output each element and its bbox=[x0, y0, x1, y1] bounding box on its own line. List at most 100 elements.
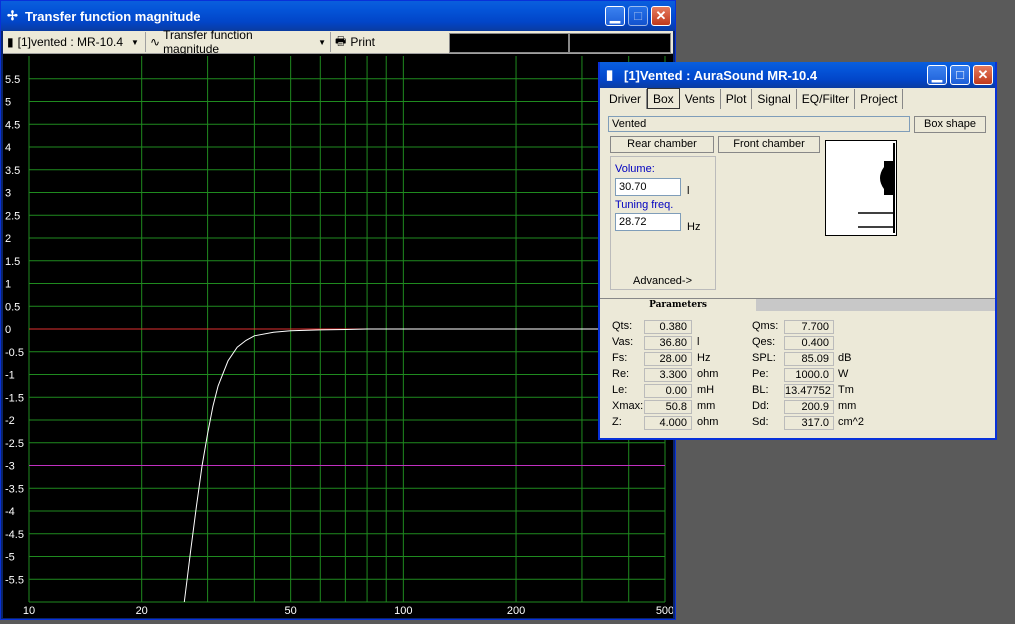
tab-plot[interactable]: Plot bbox=[721, 89, 753, 109]
main-toolbar: ▮ [1]vented : MR-10.4 ▼ ∿ Transfer funct… bbox=[3, 28, 673, 56]
status-box-1 bbox=[449, 33, 569, 53]
param-name: Xmax: bbox=[612, 400, 644, 412]
param-value[interactable]: 50.8 bbox=[644, 400, 692, 414]
project-select[interactable]: ▮ [1]vented : MR-10.4 ▼ bbox=[3, 32, 146, 52]
tab-eq-filter[interactable]: EQ/Filter bbox=[797, 89, 856, 109]
minimize-icon: ▁ bbox=[932, 67, 942, 82]
param-value[interactable]: 3.300 bbox=[644, 368, 692, 382]
printer-icon: 🖶 bbox=[335, 33, 347, 48]
y-tick-label: -4 bbox=[5, 506, 15, 518]
param-value[interactable]: 0.380 bbox=[644, 320, 692, 334]
x-tick-label: 200 bbox=[507, 605, 525, 617]
param-unit: cm^2 bbox=[838, 416, 864, 428]
x-tick-label: 100 bbox=[394, 605, 412, 617]
print-button[interactable]: 🖶 Print bbox=[331, 32, 379, 52]
status-box-2 bbox=[569, 33, 671, 53]
tab-driver[interactable]: Driver bbox=[604, 89, 647, 109]
param-value[interactable]: 4.000 bbox=[644, 416, 692, 430]
tab-vents[interactable]: Vents bbox=[680, 89, 721, 109]
box-tabs: Driver Box Vents Plot Signal EQ/Filter Project bbox=[604, 88, 904, 109]
param-value[interactable]: 28.00 bbox=[644, 352, 692, 366]
param-name: Qts: bbox=[612, 320, 633, 332]
param-value[interactable]: 317.0 bbox=[784, 416, 834, 430]
tuning-freq-input[interactable]: 28.72 bbox=[615, 213, 681, 231]
y-tick-label: -1.5 bbox=[5, 392, 24, 404]
chamber-group: Volume: 30.70 l Tuning freq. 28.72 Hz Ad… bbox=[610, 156, 716, 290]
x-tick-label: 50 bbox=[285, 605, 297, 617]
param-unit: Tm bbox=[838, 384, 854, 396]
x-tick-label: 10 bbox=[23, 605, 35, 617]
parameters-tab[interactable]: Parameters bbox=[600, 299, 756, 311]
y-tick-label: 2.5 bbox=[5, 210, 20, 222]
y-tick-label: -3 bbox=[5, 461, 15, 473]
y-tick-label: 5 bbox=[5, 97, 11, 109]
plot-type-value: Transfer function magnitude bbox=[163, 28, 253, 56]
tab-project[interactable]: Project bbox=[855, 89, 904, 109]
param-value[interactable]: 0.400 bbox=[784, 336, 834, 350]
y-tick-label: 4 bbox=[5, 142, 11, 154]
app-icon: ✢ bbox=[7, 8, 18, 23]
param-unit: ohm bbox=[697, 368, 719, 380]
param-value[interactable]: 85.09 bbox=[784, 352, 834, 366]
param-value[interactable]: 36.80 bbox=[644, 336, 692, 350]
box-editor-window: ▮ [1]Vented : AuraSound MR-10.4 ▁ □ ✕ Dr… bbox=[598, 62, 997, 440]
y-tick-label: -2 bbox=[5, 415, 15, 427]
main-titlebar[interactable]: ✢ Transfer function magnitude ▁ □ ✕ bbox=[1, 1, 675, 31]
param-value[interactable]: 0.00 bbox=[644, 384, 692, 398]
box-type-field[interactable]: Vented bbox=[608, 116, 910, 132]
y-tick-label: 1.5 bbox=[5, 256, 20, 268]
param-unit: dB bbox=[838, 352, 852, 364]
maximize-button[interactable]: □ bbox=[628, 6, 648, 26]
speaker-icon: ▮ bbox=[606, 67, 614, 82]
tuning-freq-label: Tuning freq. bbox=[615, 199, 674, 211]
minimize-button[interactable]: ▁ bbox=[927, 65, 947, 85]
chevron-down-icon: ▼ bbox=[131, 37, 139, 47]
volume-input[interactable]: 30.70 bbox=[615, 178, 681, 196]
parameters-tabstrip: Parameters bbox=[600, 298, 995, 311]
param-value[interactable]: 7.700 bbox=[784, 320, 834, 334]
y-tick-label: -1 bbox=[5, 370, 15, 382]
close-icon: ✕ bbox=[977, 67, 989, 82]
project-select-value: [1]vented : MR-10.4 bbox=[17, 35, 123, 49]
tab-signal[interactable]: Signal bbox=[752, 89, 797, 109]
rear-chamber-button[interactable]: Rear chamber bbox=[610, 136, 714, 153]
tuning-freq-unit: Hz bbox=[687, 221, 701, 233]
param-value[interactable]: 1000.0 bbox=[784, 368, 834, 382]
param-name: Sd: bbox=[752, 416, 769, 428]
plot-type-select[interactable]: ∿ Transfer function magnitude ▼ bbox=[146, 28, 331, 56]
close-button[interactable]: ✕ bbox=[973, 65, 993, 85]
maximize-icon: □ bbox=[956, 67, 964, 82]
print-label: Print bbox=[350, 35, 376, 49]
param-unit: mH bbox=[697, 384, 715, 396]
param-name: Re: bbox=[612, 368, 630, 380]
minimize-button[interactable]: ▁ bbox=[605, 6, 625, 26]
maximize-button[interactable]: □ bbox=[950, 65, 970, 85]
advanced-link[interactable]: Advanced-> bbox=[633, 275, 692, 287]
y-tick-label: 5.5 bbox=[5, 74, 20, 86]
y-tick-label: 1 bbox=[5, 279, 11, 291]
param-value[interactable]: 200.9 bbox=[784, 400, 834, 414]
param-name: Qes: bbox=[752, 336, 776, 348]
x-tick-label: 500 bbox=[656, 605, 673, 617]
param-name: Vas: bbox=[612, 336, 634, 348]
param-unit: mm bbox=[697, 400, 716, 412]
y-tick-label: 0 bbox=[5, 324, 11, 336]
plot-area[interactable]: 5.5 5 4.5 4 3.5 3 2.5 2 1.5 1 0.5 0 -0.5 -1 -1.5 -2 -2.5… bbox=[3, 54, 674, 618]
param-name: Pe: bbox=[752, 368, 769, 380]
param-value[interactable]: 13.47752 bbox=[784, 384, 834, 398]
param-name: Le: bbox=[612, 384, 628, 396]
y-tick-label: -2.5 bbox=[5, 438, 24, 450]
y-tick-label: -3.5 bbox=[5, 483, 24, 495]
tab-box[interactable]: Box bbox=[647, 88, 680, 109]
box-shape-button[interactable]: Box shape bbox=[914, 116, 986, 133]
y-tick-label: -4.5 bbox=[5, 529, 24, 541]
param-unit: ohm bbox=[697, 416, 719, 428]
front-chamber-button[interactable]: Front chamber bbox=[718, 136, 820, 153]
y-tick-label: -0.5 bbox=[5, 347, 24, 359]
param-name: Dd: bbox=[752, 400, 770, 412]
box-titlebar[interactable]: ▮ [1]Vented : AuraSound MR-10.4 ▁ □ ✕ bbox=[600, 62, 995, 88]
y-tick-label: 0.5 bbox=[5, 301, 20, 313]
main-window-title: Transfer function magnitude bbox=[25, 8, 201, 24]
box-shape-preview bbox=[825, 140, 897, 236]
close-button[interactable]: ✕ bbox=[651, 6, 671, 26]
